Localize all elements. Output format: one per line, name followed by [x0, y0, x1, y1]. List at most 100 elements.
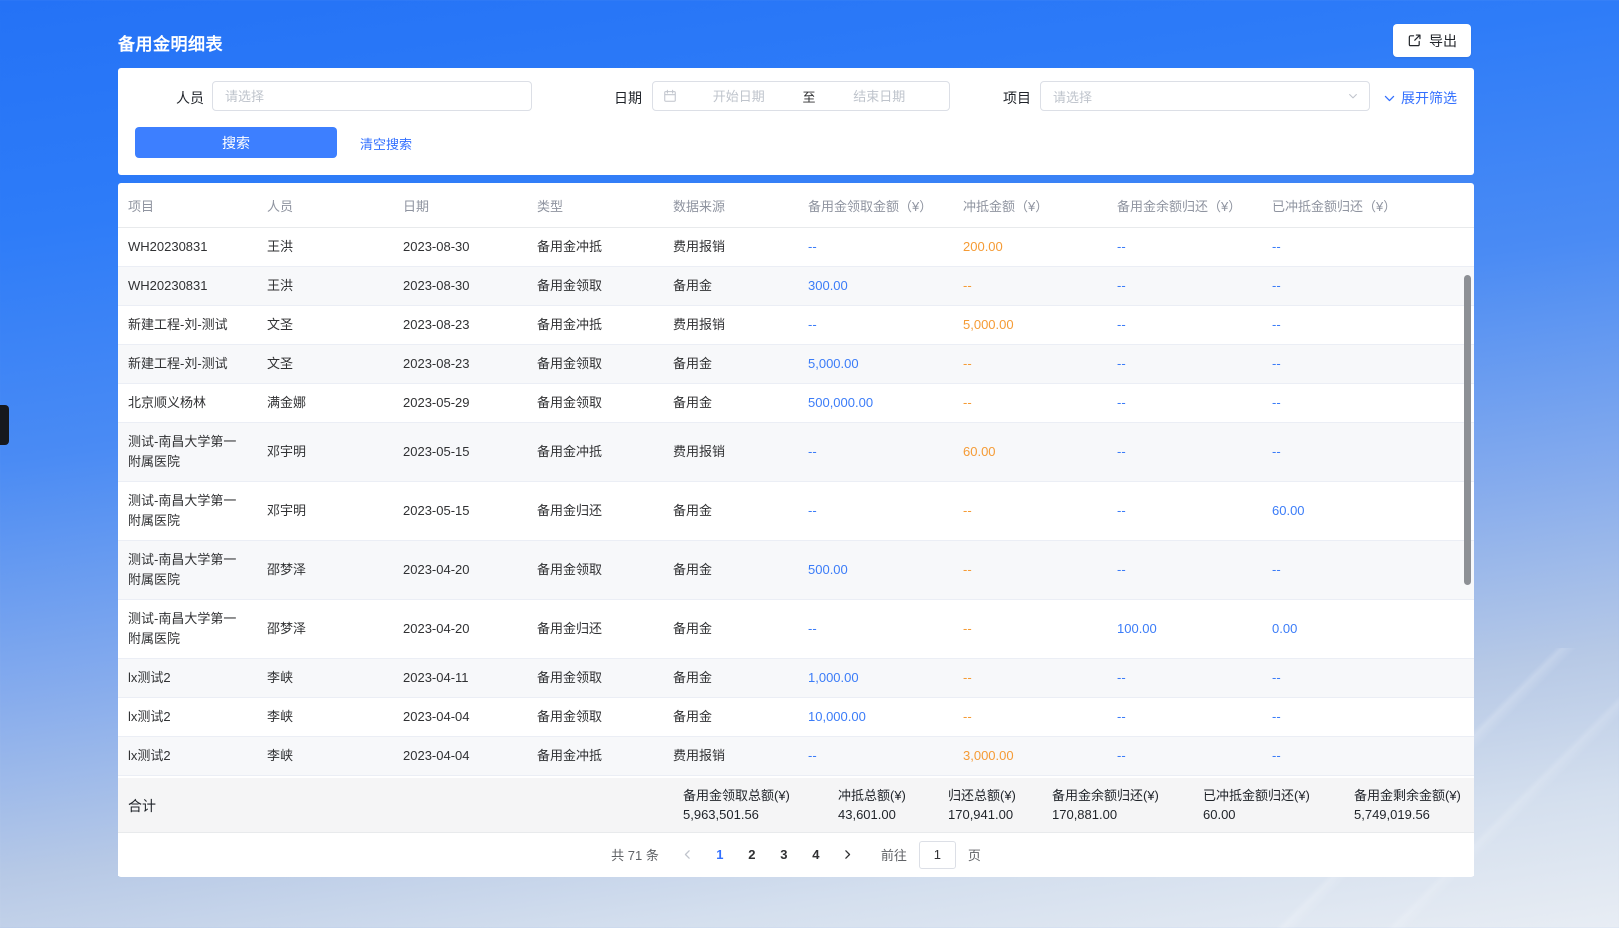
- cell-type: 备用金冲抵: [527, 306, 663, 344]
- cell-type: 备用金归还: [527, 610, 663, 648]
- clear-search-link[interactable]: 清空搜索: [360, 134, 412, 153]
- cell-person: 邓宇明: [257, 433, 393, 471]
- cell-offset-return: --: [1262, 267, 1474, 305]
- chevron-left-icon[interactable]: [675, 842, 701, 868]
- cell-source: 备用金: [663, 384, 798, 422]
- page-number-1[interactable]: 1: [707, 842, 733, 868]
- cell-amount: 500.00: [798, 551, 953, 589]
- cell-offset-return: 0.00: [1262, 610, 1474, 648]
- project-select[interactable]: 请选择: [1040, 81, 1370, 111]
- cell-offset-return: --: [1262, 306, 1474, 344]
- chevron-right-icon[interactable]: [835, 842, 861, 868]
- cell-person: 王洪: [257, 267, 393, 305]
- cell-person: 邓宇明: [257, 492, 393, 530]
- page-number-4[interactable]: 4: [803, 842, 829, 868]
- table-row: 测试-南昌大学第一附属医院 邓宇明 2023-05-15 备用金冲抵 费用报销 …: [118, 423, 1474, 482]
- project-filter-label: 项目: [1003, 88, 1031, 108]
- cell-person: 李峡: [257, 659, 393, 697]
- cell-date: 2023-05-15: [393, 492, 527, 530]
- cell-amount: --: [798, 433, 953, 471]
- expand-filters-label: 展开筛选: [1401, 88, 1457, 108]
- cell-date: 2023-04-04: [393, 698, 527, 736]
- export-button[interactable]: 导出: [1393, 24, 1471, 57]
- cell-type: 备用金领取: [527, 551, 663, 589]
- cell-offset-return: 60.00: [1262, 492, 1474, 530]
- table-row: 测试-南昌大学第一附属医院 邵梦泽 2023-04-20 备用金领取 备用金 5…: [118, 541, 1474, 600]
- cell-offset: 3,000.00: [953, 737, 1107, 775]
- cell-balance-return: --: [1107, 306, 1262, 344]
- start-date-input[interactable]: [679, 89, 799, 104]
- cell-offset-return: --: [1262, 433, 1474, 471]
- page-number-2[interactable]: 2: [739, 842, 765, 868]
- summary-item: 冲抵总额(¥) 43,601.00: [838, 786, 906, 824]
- cell-person: 李峡: [257, 698, 393, 736]
- expand-filters-link[interactable]: 展开筛选: [1383, 88, 1457, 108]
- column-header-type: 类型: [527, 196, 663, 215]
- summary-item: 备用金剩余金额(¥) 5,749,019.56: [1354, 786, 1461, 824]
- cell-source: 备用金: [663, 659, 798, 697]
- cell-offset-return: --: [1262, 659, 1474, 697]
- table-row: lx测试2 李峡 2023-04-04 备用金冲抵 费用报销 -- 3,000.…: [118, 737, 1474, 776]
- chevron-down-icon: [1383, 92, 1396, 105]
- table-row: 新建工程-刘-测试 文圣 2023-08-23 备用金冲抵 费用报销 -- 5,…: [118, 306, 1474, 345]
- summary-total-label: 合计: [128, 796, 156, 816]
- cell-date: 2023-04-11: [393, 659, 527, 697]
- summary-item-label: 备用金剩余金额(¥): [1354, 786, 1461, 805]
- pagination-total-count: 共 71 条: [611, 845, 659, 864]
- search-button[interactable]: 搜索: [135, 127, 337, 158]
- goto-page-input[interactable]: [919, 841, 956, 869]
- column-header-offset: 冲抵金额（¥）: [953, 196, 1107, 215]
- cell-person: 李峡: [257, 737, 393, 775]
- person-select-input[interactable]: [212, 81, 532, 111]
- export-icon: [1407, 33, 1422, 48]
- calendar-icon: [663, 89, 677, 103]
- summary-item-label: 归还总额(¥): [948, 786, 1016, 805]
- date-range-picker[interactable]: 至: [652, 81, 950, 111]
- cell-offset-return: --: [1262, 551, 1474, 589]
- cell-date: 2023-05-29: [393, 384, 527, 422]
- cell-project: 新建工程-刘-测试: [118, 345, 257, 383]
- project-select-placeholder: 请选择: [1053, 87, 1092, 106]
- cell-balance-return: --: [1107, 698, 1262, 736]
- export-button-label: 导出: [1429, 31, 1457, 51]
- cell-offset-return: --: [1262, 384, 1474, 422]
- side-drawer-handle[interactable]: [0, 405, 9, 445]
- cell-source: 费用报销: [663, 306, 798, 344]
- cell-offset: --: [953, 610, 1107, 648]
- summary-item-value: 5,963,501.56: [683, 805, 790, 824]
- cell-source: 备用金: [663, 551, 798, 589]
- cell-project: 测试-南昌大学第一附属医院: [118, 600, 257, 658]
- cell-amount: 500,000.00: [798, 384, 953, 422]
- summary-item-label: 冲抵总额(¥): [838, 786, 906, 805]
- summary-item-label: 备用金领取总额(¥): [683, 786, 790, 805]
- end-date-input[interactable]: [820, 89, 940, 104]
- cell-source: 费用报销: [663, 228, 798, 266]
- cell-date: 2023-04-04: [393, 737, 527, 775]
- summary-item: 备用金领取总额(¥) 5,963,501.56: [683, 786, 790, 824]
- cell-project: 新建工程-刘-测试: [118, 306, 257, 344]
- summary-item: 归还总额(¥) 170,941.00: [948, 786, 1016, 824]
- cell-balance-return: --: [1107, 384, 1262, 422]
- vertical-scrollbar[interactable]: [1464, 275, 1471, 585]
- summary-item-value: 170,941.00: [948, 805, 1016, 824]
- cell-project: 测试-南昌大学第一附属医院: [118, 423, 257, 481]
- cell-project: 测试-南昌大学第一附属医院: [118, 541, 257, 599]
- summary-item-label: 已冲抵金额归还(¥): [1203, 786, 1310, 805]
- cell-offset-return: --: [1262, 737, 1474, 775]
- cell-offset: --: [953, 698, 1107, 736]
- cell-source: 备用金: [663, 345, 798, 383]
- cell-offset-return: --: [1262, 228, 1474, 266]
- cell-person: 邵梦泽: [257, 610, 393, 648]
- page-number-3[interactable]: 3: [771, 842, 797, 868]
- cell-source: 费用报销: [663, 433, 798, 471]
- filter-panel: 人员 日期 至 项目 请选择 展开筛选 搜索 清空搜索: [118, 68, 1474, 175]
- column-header-balance-return: 备用金余额归还（¥）: [1107, 196, 1262, 215]
- cell-balance-return: --: [1107, 228, 1262, 266]
- table-row: 测试-南昌大学第一附属医院 邓宇明 2023-05-15 备用金归还 备用金 -…: [118, 482, 1474, 541]
- summary-item-value: 170,881.00: [1052, 805, 1159, 824]
- cell-balance-return: --: [1107, 659, 1262, 697]
- cell-offset: 5,000.00: [953, 306, 1107, 344]
- cell-offset: 200.00: [953, 228, 1107, 266]
- cell-balance-return: --: [1107, 492, 1262, 530]
- summary-item-label: 备用金余额归还(¥): [1052, 786, 1159, 805]
